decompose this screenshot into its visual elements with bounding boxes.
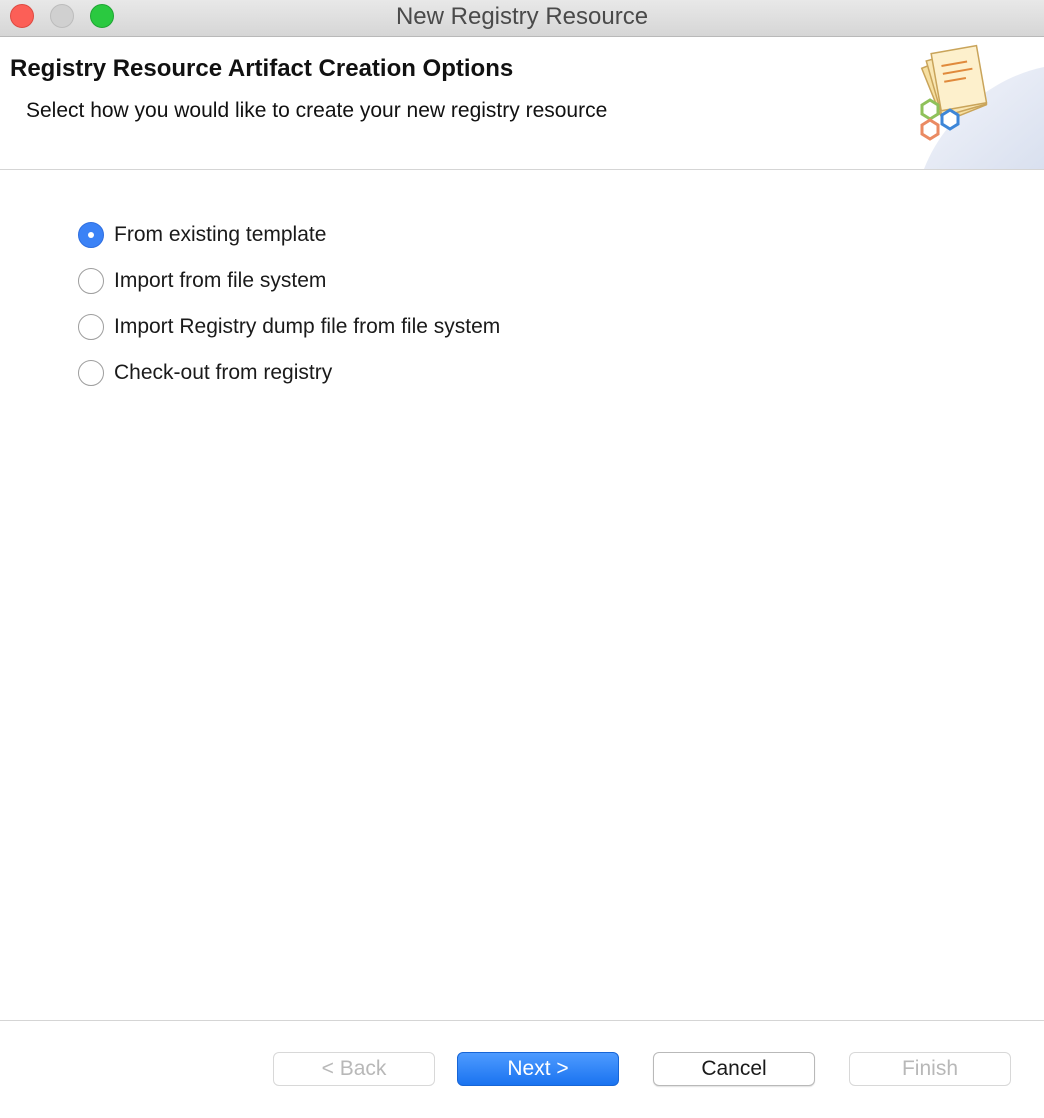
- creation-options-group: From existing template Import from file …: [78, 212, 500, 396]
- next-button[interactable]: Next >: [457, 1052, 619, 1086]
- radio-check-out-from-registry[interactable]: [78, 360, 104, 386]
- option-label: Import Registry dump file from file syst…: [114, 315, 501, 338]
- cancel-button[interactable]: Cancel: [653, 1052, 815, 1086]
- finish-button[interactable]: Finish: [849, 1052, 1011, 1086]
- option-import-from-file-system[interactable]: Import from file system: [78, 258, 500, 304]
- wizard-header: Registry Resource Artifact Creation Opti…: [0, 37, 1044, 170]
- option-label: Import from file system: [114, 269, 327, 292]
- option-label: From existing template: [114, 223, 327, 246]
- radio-import-from-file-system[interactable]: [78, 268, 104, 294]
- option-import-registry-dump[interactable]: Import Registry dump file from file syst…: [78, 304, 500, 350]
- page-title: Registry Resource Artifact Creation Opti…: [10, 55, 514, 82]
- option-from-existing-template[interactable]: From existing template: [78, 212, 500, 258]
- registry-resource-wizard-icon: [920, 44, 988, 141]
- title-bar: New Registry Resource: [0, 0, 1044, 37]
- back-button[interactable]: < Back: [273, 1052, 435, 1086]
- dialog-window: New Registry Resource Registry Resource …: [0, 0, 1044, 1118]
- option-label: Check-out from registry: [114, 361, 333, 384]
- radio-from-existing-template[interactable]: [78, 222, 104, 248]
- option-check-out-from-registry[interactable]: Check-out from registry: [78, 350, 500, 396]
- footer-divider: [0, 1020, 1044, 1021]
- radio-import-registry-dump[interactable]: [78, 314, 104, 340]
- window-title: New Registry Resource: [395, 3, 649, 30]
- page-description: Select how you would like to create your…: [26, 99, 608, 122]
